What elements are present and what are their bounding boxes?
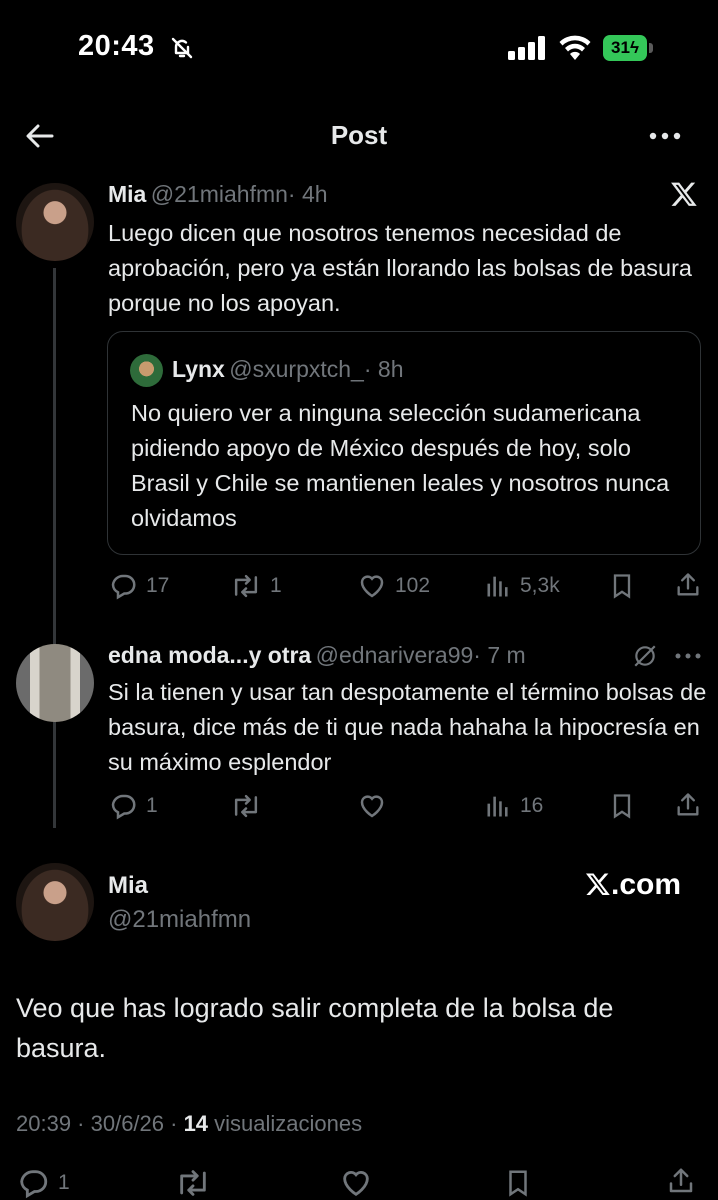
bookmark-icon[interactable] bbox=[608, 791, 636, 821]
reply-button[interactable]: 17 bbox=[108, 571, 169, 601]
share-icon[interactable] bbox=[666, 1164, 696, 1198]
reply-count: 17 bbox=[146, 574, 170, 597]
tweet-text: Veo que has logrado salir completa de la… bbox=[16, 993, 614, 1063]
wifi-icon bbox=[558, 34, 592, 60]
views-count: 14 bbox=[183, 1111, 209, 1136]
retweet-icon[interactable] bbox=[174, 1166, 212, 1200]
tweet-text: Si la tienen y usar tan despotamente el … bbox=[108, 679, 707, 775]
share-icon[interactable] bbox=[674, 790, 702, 820]
page-title: Post bbox=[330, 120, 388, 150]
tweet-text: Luego dicen que nosotros tenemos necesid… bbox=[108, 220, 692, 316]
reply-icon bbox=[16, 1166, 50, 1200]
battery-level: 31 bbox=[611, 38, 630, 57]
tweet-header: Mia @21miahfmn· 4h bbox=[108, 181, 328, 208]
like-button[interactable] bbox=[357, 791, 387, 821]
tweet-timestamp: 20:39 · 30/6/26 · bbox=[16, 1111, 184, 1136]
views-count: 16 bbox=[520, 794, 544, 817]
x-logo-icon bbox=[670, 180, 698, 208]
views-count: 5,3k bbox=[520, 574, 560, 597]
author-name[interactable]: Mia bbox=[108, 181, 146, 207]
bookmark-icon[interactable] bbox=[503, 1166, 533, 1200]
like-icon bbox=[357, 571, 387, 601]
like-button[interactable]: 102 bbox=[357, 571, 430, 601]
author-handle[interactable]: @21miahfmn bbox=[108, 906, 251, 934]
quote-author-name: Lynx bbox=[172, 356, 225, 382]
status-time: 20:43 bbox=[78, 30, 155, 62]
like-count: 102 bbox=[395, 574, 431, 597]
views-label: visualizaciones bbox=[208, 1111, 363, 1136]
author-handle[interactable]: @ednarivera99 bbox=[316, 642, 474, 668]
signal-icon bbox=[508, 36, 548, 60]
reply-button[interactable]: 1 bbox=[108, 791, 158, 821]
share-icon[interactable] bbox=[674, 570, 702, 600]
author-name[interactable]: edna moda...y otra bbox=[108, 642, 311, 668]
reply-icon bbox=[108, 571, 138, 601]
tweet-time: · 7 m bbox=[473, 642, 526, 668]
retweet-icon bbox=[230, 571, 262, 601]
views-button[interactable]: 5,3k bbox=[484, 571, 560, 601]
x-com-watermark: .com bbox=[585, 868, 681, 902]
charging-bolt-icon: ϟ bbox=[629, 38, 639, 57]
retweet-button[interactable] bbox=[230, 791, 262, 821]
like-icon bbox=[357, 791, 387, 821]
avatar[interactable] bbox=[16, 183, 94, 261]
quote-header: Lynx @sxurpxtch_· 8h bbox=[172, 356, 404, 383]
thread-line bbox=[53, 268, 56, 828]
quote-author-handle: @sxurpxtch_ bbox=[229, 356, 364, 382]
watermark-text: .com bbox=[611, 868, 682, 901]
quote-avatar bbox=[130, 354, 163, 387]
reply-icon bbox=[108, 791, 138, 821]
more-icon[interactable] bbox=[674, 643, 702, 669]
retweet-count: 1 bbox=[270, 574, 282, 597]
avatar[interactable] bbox=[16, 644, 94, 722]
tweet-meta: 20:39 · 30/6/26 · 14 visualizaciones bbox=[16, 1111, 362, 1137]
reply-count: 1 bbox=[146, 794, 158, 817]
author-name[interactable]: Mia bbox=[108, 872, 148, 900]
quote-text: No quiero ver a ninguna selección sudame… bbox=[131, 400, 670, 531]
bell-slash-icon bbox=[170, 36, 194, 60]
battery-nub bbox=[649, 43, 653, 53]
reply-button[interactable]: 1 bbox=[16, 1166, 70, 1200]
x-logo-icon bbox=[585, 871, 611, 897]
quote-time: · 8h bbox=[363, 356, 404, 382]
tweet-header: edna moda...y otra @ednarivera99· 7 m bbox=[108, 642, 526, 669]
like-icon[interactable] bbox=[339, 1166, 373, 1200]
views-icon bbox=[484, 571, 512, 601]
more-icon[interactable] bbox=[648, 120, 682, 152]
retweet-button[interactable]: 1 bbox=[230, 571, 282, 601]
bookmark-icon[interactable] bbox=[608, 571, 636, 601]
grok-icon[interactable] bbox=[632, 643, 658, 669]
avatar[interactable] bbox=[16, 863, 94, 941]
retweet-icon bbox=[230, 791, 262, 821]
reply-count: 1 bbox=[58, 1171, 70, 1194]
tweet-time: · 4h bbox=[287, 181, 328, 207]
views-button[interactable]: 16 bbox=[484, 791, 543, 821]
battery-indicator: 31 ϟ bbox=[603, 35, 647, 61]
author-handle[interactable]: @21miahfmn bbox=[151, 181, 288, 207]
views-icon bbox=[484, 791, 512, 821]
